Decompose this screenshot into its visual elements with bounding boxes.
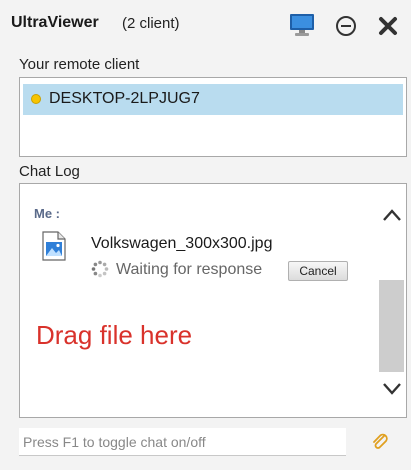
image-file-icon [42, 231, 66, 261]
chat-log: Me : Volkswagen_300x300.jpg Waiting for … [19, 183, 407, 418]
remote-client-label: Your remote client [19, 56, 140, 73]
status-text: Waiting for response [116, 261, 263, 278]
status-dot-icon [31, 94, 41, 104]
scrollbar[interactable] [377, 185, 406, 417]
app-title: UltraViewer [11, 14, 99, 31]
title-bar: UltraViewer (2 client) [0, 0, 411, 52]
drag-file-hint: Drag file here [36, 320, 193, 350]
monitor-icon[interactable] [289, 12, 315, 38]
chat-log-label: Chat Log [19, 163, 80, 180]
cancel-button[interactable]: Cancel [288, 261, 348, 281]
client-count: (2 client) [122, 15, 180, 32]
minimize-icon[interactable] [334, 14, 358, 38]
sender-label: Me : [34, 206, 60, 221]
chat-input[interactable] [19, 428, 346, 456]
scroll-up-icon[interactable] [381, 207, 403, 223]
client-row[interactable]: DESKTOP-2LPJUG7 [23, 84, 403, 115]
close-icon[interactable] [376, 14, 400, 38]
client-name: DESKTOP-2LPJUG7 [49, 90, 200, 107]
scroll-thumb[interactable] [379, 280, 404, 372]
spinner-icon [91, 260, 109, 278]
client-list: DESKTOP-2LPJUG7 [19, 77, 407, 157]
attach-icon[interactable] [370, 432, 390, 452]
file-name[interactable]: Volkswagen_300x300.jpg [91, 235, 272, 253]
scroll-down-icon[interactable] [381, 381, 403, 397]
